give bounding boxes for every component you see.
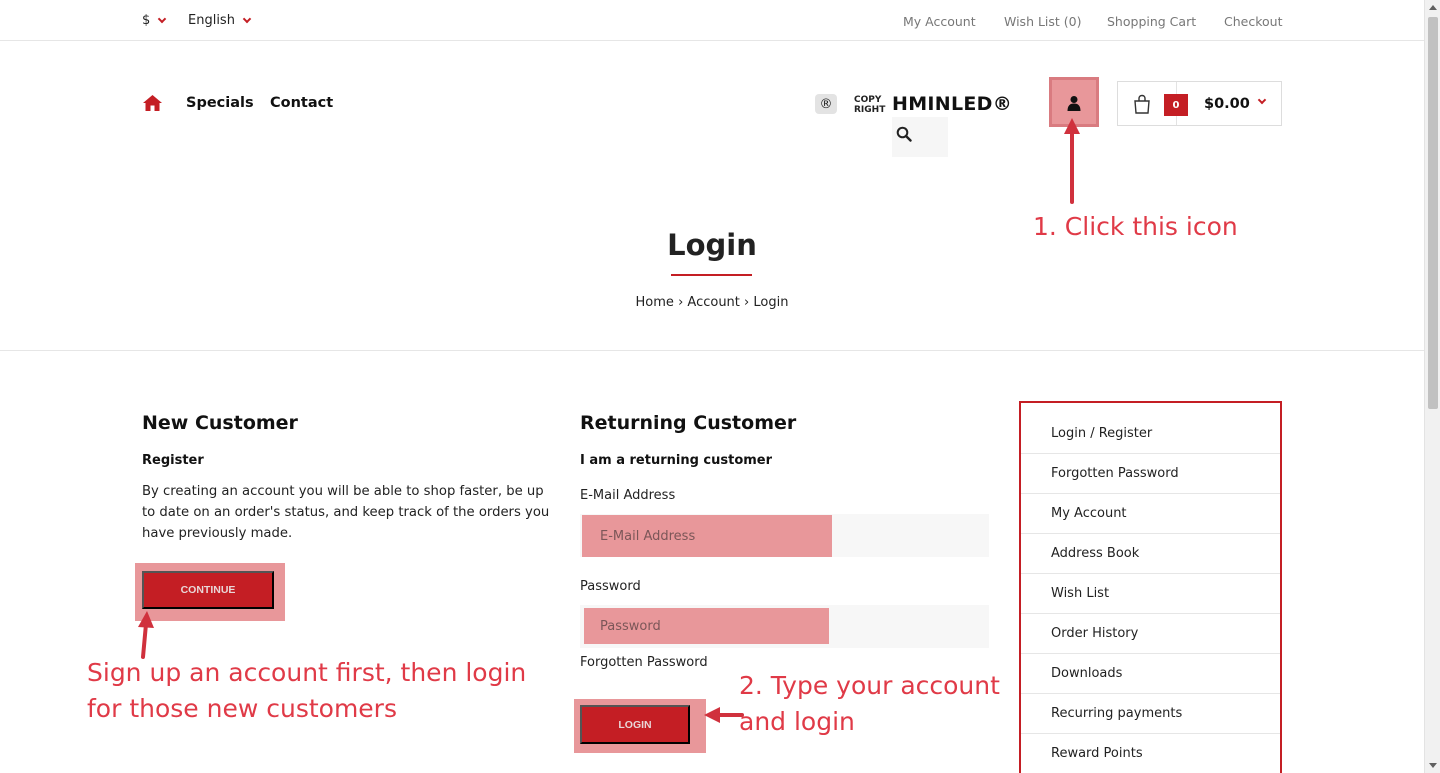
page-scrollbar[interactable]: [1424, 0, 1440, 773]
annotation-signup-line-1: Sign up an account first, then login: [87, 658, 527, 687]
annotation-step-2-line-1: 2. Type your account: [739, 671, 1000, 700]
scroll-down-icon[interactable]: [1429, 763, 1437, 768]
scroll-thumb[interactable]: [1428, 17, 1438, 409]
scroll-up-icon[interactable]: [1429, 5, 1437, 10]
annotation-step-1: 1. Click this icon: [1033, 212, 1238, 241]
annotation-signup-line-2: for those new customers: [87, 694, 397, 723]
annotation-step-2-line-2: and login: [739, 707, 855, 736]
arrow-to-login-button: [704, 707, 744, 723]
arrow-to-continue-button: [138, 611, 154, 659]
arrow-to-account-icon: [1064, 118, 1080, 204]
